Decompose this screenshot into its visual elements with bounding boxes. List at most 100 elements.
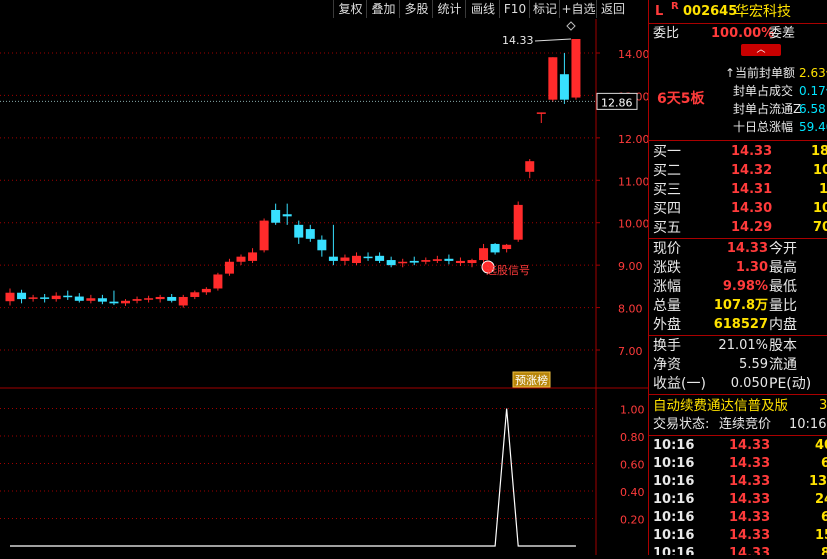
toolbar-button-1[interactable]: 叠加 <box>366 0 400 18</box>
toolbar-button-8[interactable]: 返回 <box>596 0 629 18</box>
collapse-toggle[interactable]: ︿ <box>741 44 781 56</box>
toolbar-button-2[interactable]: 多股 <box>399 0 433 18</box>
kline-chart[interactable]: 14.0013.0012.0011.0010.009.008.007.0014.… <box>0 19 650 555</box>
candle[interactable] <box>51 292 61 302</box>
candle[interactable] <box>340 254 350 266</box>
candle[interactable] <box>5 288 15 306</box>
weidiff-label: 委差 <box>769 26 796 41</box>
seal-label: ↑当前封单额 <box>725 66 796 80</box>
candle[interactable] <box>375 252 385 264</box>
candle[interactable] <box>432 255 442 264</box>
status-value: 连续竞价 <box>719 417 772 432</box>
kline-chart-area[interactable]: 14.0013.0012.0011.0010.009.008.007.0014.… <box>0 19 650 555</box>
toolbar-button-6[interactable]: 标记 <box>529 0 560 18</box>
candle[interactable] <box>236 254 246 266</box>
fund-label-2: 流通 <box>769 357 797 373</box>
bid-row[interactable]: 买一 14.33 183695 <box>649 143 827 161</box>
indicator-axis-label: 0.80 <box>620 431 645 444</box>
candle[interactable] <box>248 248 258 264</box>
candle[interactable] <box>190 290 200 300</box>
tick-volume: 139 <box>809 474 827 489</box>
candle[interactable] <box>109 290 119 306</box>
toolbar-button-5[interactable]: F10 <box>499 0 530 18</box>
candle[interactable] <box>536 112 546 124</box>
candle-body <box>51 295 61 300</box>
candle[interactable] <box>502 243 512 253</box>
candle-body <box>294 224 304 238</box>
fund-value: 21.01% <box>718 338 768 353</box>
candle[interactable] <box>86 294 96 304</box>
tick-row: 10:16 14.33 24 <box>649 491 827 509</box>
candle[interactable] <box>155 294 165 303</box>
candle[interactable] <box>513 201 523 242</box>
bid-label: 买三 <box>653 182 681 198</box>
candle[interactable] <box>121 299 130 306</box>
quote-row: 外盘 618527 内盘 <box>649 316 827 334</box>
candle-body <box>444 258 454 261</box>
toolbar-button-3[interactable]: 统计 <box>432 0 466 18</box>
candle[interactable] <box>17 289 27 304</box>
candle[interactable] <box>317 235 327 257</box>
candle[interactable] <box>97 294 107 305</box>
bid-row[interactable]: 买三 14.31 10 <box>649 181 827 199</box>
candle[interactable] <box>224 258 234 276</box>
candle[interactable] <box>144 295 154 303</box>
candle[interactable] <box>28 294 38 302</box>
tick-price: 14.33 <box>729 546 771 555</box>
candle-body <box>502 244 512 250</box>
quote-label-2: 今开 <box>769 241 797 257</box>
candle[interactable] <box>328 224 338 266</box>
candle[interactable] <box>213 272 223 291</box>
candle[interactable] <box>559 53 569 104</box>
toolbar-button-7[interactable]: +自选 <box>559 0 597 18</box>
candle[interactable] <box>40 294 50 303</box>
bid-row[interactable]: 买四 14.30 102 <box>649 200 827 218</box>
candle[interactable] <box>525 159 535 179</box>
candle[interactable] <box>548 57 558 102</box>
candle[interactable] <box>363 252 373 261</box>
candle-body <box>28 297 38 299</box>
candle[interactable] <box>305 224 315 242</box>
tick-row: 10:16 14.33 6 <box>649 455 827 473</box>
bid-row[interactable]: 买二 14.32 108 <box>649 162 827 180</box>
candle[interactable] <box>201 287 211 295</box>
tick-price: 14.33 <box>729 456 771 471</box>
candle[interactable] <box>132 296 142 304</box>
candle-body <box>248 252 258 261</box>
candle[interactable] <box>398 258 408 268</box>
candle[interactable] <box>409 256 419 266</box>
promo-banner[interactable]: 自动续费通达信普及版 3 <box>649 397 827 415</box>
candle[interactable] <box>490 243 500 255</box>
current-price-text: 12.86 <box>601 96 633 109</box>
bid-price: 14.33 <box>731 144 773 159</box>
toolbar-button-0[interactable]: 复权 <box>333 0 367 18</box>
candle[interactable] <box>571 38 581 100</box>
candle[interactable] <box>352 252 361 266</box>
tick-row: 10:16 14.33 8 <box>649 545 827 555</box>
candle-body <box>432 259 442 261</box>
candle[interactable] <box>74 293 84 303</box>
candle[interactable] <box>421 257 431 265</box>
price-axis-label: 9.00 <box>618 260 643 273</box>
stock-name: 华宏科技 <box>735 4 791 20</box>
candle[interactable] <box>63 290 73 300</box>
candle[interactable] <box>444 254 454 265</box>
candle[interactable] <box>282 203 292 225</box>
candle[interactable] <box>455 257 465 266</box>
candle-body <box>74 296 84 301</box>
toolbar-button-4[interactable]: 画线 <box>465 0 500 18</box>
candle[interactable] <box>294 220 304 244</box>
candle[interactable] <box>386 256 396 268</box>
bid-row[interactable]: 买五 14.29 70 <box>649 219 827 237</box>
price-axis-label: 7.00 <box>618 345 643 358</box>
candle[interactable] <box>479 243 489 264</box>
candle[interactable] <box>467 258 477 268</box>
candle[interactable] <box>271 203 281 225</box>
tick-time: 10:16 <box>653 456 695 471</box>
candle[interactable] <box>259 218 269 253</box>
candle[interactable] <box>178 294 188 308</box>
candle[interactable] <box>167 294 177 303</box>
seal-row: 封单占流通Z 6.58 <box>649 100 827 118</box>
stock-header: L R 002645 华宏科技 <box>649 1 827 22</box>
price-axis-label: 12.00 <box>618 133 648 146</box>
